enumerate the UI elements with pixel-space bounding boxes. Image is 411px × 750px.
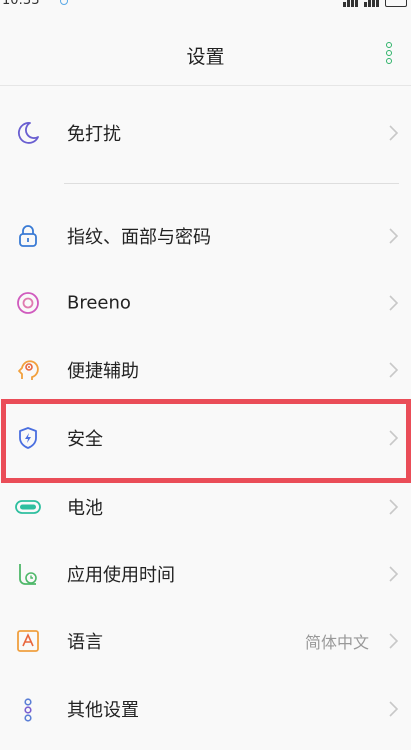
chevron-right-icon bbox=[389, 499, 399, 515]
header-divider bbox=[0, 85, 411, 86]
menu-item-other[interactable]: 其他设置 bbox=[0, 679, 411, 739]
menu-item-label: 应用使用时间 bbox=[67, 565, 175, 586]
status-icons bbox=[343, 0, 407, 7]
chevron-right-icon bbox=[389, 362, 399, 378]
status-bar: 10:33 bbox=[0, 0, 411, 14]
chevron-right-icon bbox=[389, 633, 399, 649]
battery-status-icon bbox=[385, 0, 407, 7]
other-settings-icon bbox=[14, 695, 42, 723]
menu-item-label: 指纹、面部与密码 bbox=[67, 227, 211, 248]
section-divider bbox=[64, 183, 399, 184]
menu-item-battery[interactable]: 电池 bbox=[0, 477, 411, 537]
chevron-right-icon bbox=[389, 295, 399, 311]
menu-item-label: 安全 bbox=[67, 429, 103, 450]
menu-item-fingerprint[interactable]: 指纹、面部与密码 bbox=[0, 206, 411, 266]
menu-item-screen-time[interactable]: 应用使用时间 bbox=[0, 544, 411, 604]
signal-icon-2 bbox=[364, 0, 379, 7]
chevron-right-icon bbox=[389, 566, 399, 582]
menu-item-label: 语言 bbox=[67, 632, 103, 653]
menu-item-accessibility[interactable]: 便捷辅助 bbox=[0, 340, 411, 400]
language-icon bbox=[14, 627, 42, 655]
more-vertical-icon[interactable] bbox=[377, 38, 401, 68]
accessibility-icon bbox=[14, 356, 42, 384]
menu-item-label: Breeno bbox=[67, 292, 131, 314]
menu-item-label: 电池 bbox=[67, 498, 103, 519]
moon-icon bbox=[14, 119, 42, 147]
battery-icon bbox=[14, 493, 42, 521]
shield-icon bbox=[14, 424, 42, 452]
chevron-right-icon bbox=[389, 228, 399, 244]
menu-item-breeno[interactable]: Breeno bbox=[0, 273, 411, 333]
lock-icon bbox=[14, 222, 42, 250]
status-time: 10:33 bbox=[2, 0, 40, 8]
chevron-right-icon bbox=[389, 430, 399, 446]
menu-item-dnd[interactable]: 免打扰 bbox=[0, 103, 411, 163]
menu-item-language[interactable]: 语言 简体中文 bbox=[0, 611, 411, 671]
notification-icon bbox=[60, 0, 68, 5]
menu-item-label: 便捷辅助 bbox=[67, 361, 139, 382]
chevron-right-icon bbox=[389, 701, 399, 717]
language-value: 简体中文 bbox=[304, 633, 369, 652]
page-title: 设置 bbox=[186, 46, 225, 68]
header: 设置 bbox=[0, 20, 411, 84]
breeno-icon bbox=[14, 289, 42, 317]
chevron-right-icon bbox=[389, 125, 399, 141]
menu-item-label: 其他设置 bbox=[67, 700, 139, 721]
alarm-clock-icon bbox=[14, 560, 42, 588]
menu-item-security[interactable]: 安全 bbox=[0, 408, 411, 468]
menu-item-label: 免打扰 bbox=[67, 124, 121, 145]
signal-icon bbox=[343, 0, 358, 7]
